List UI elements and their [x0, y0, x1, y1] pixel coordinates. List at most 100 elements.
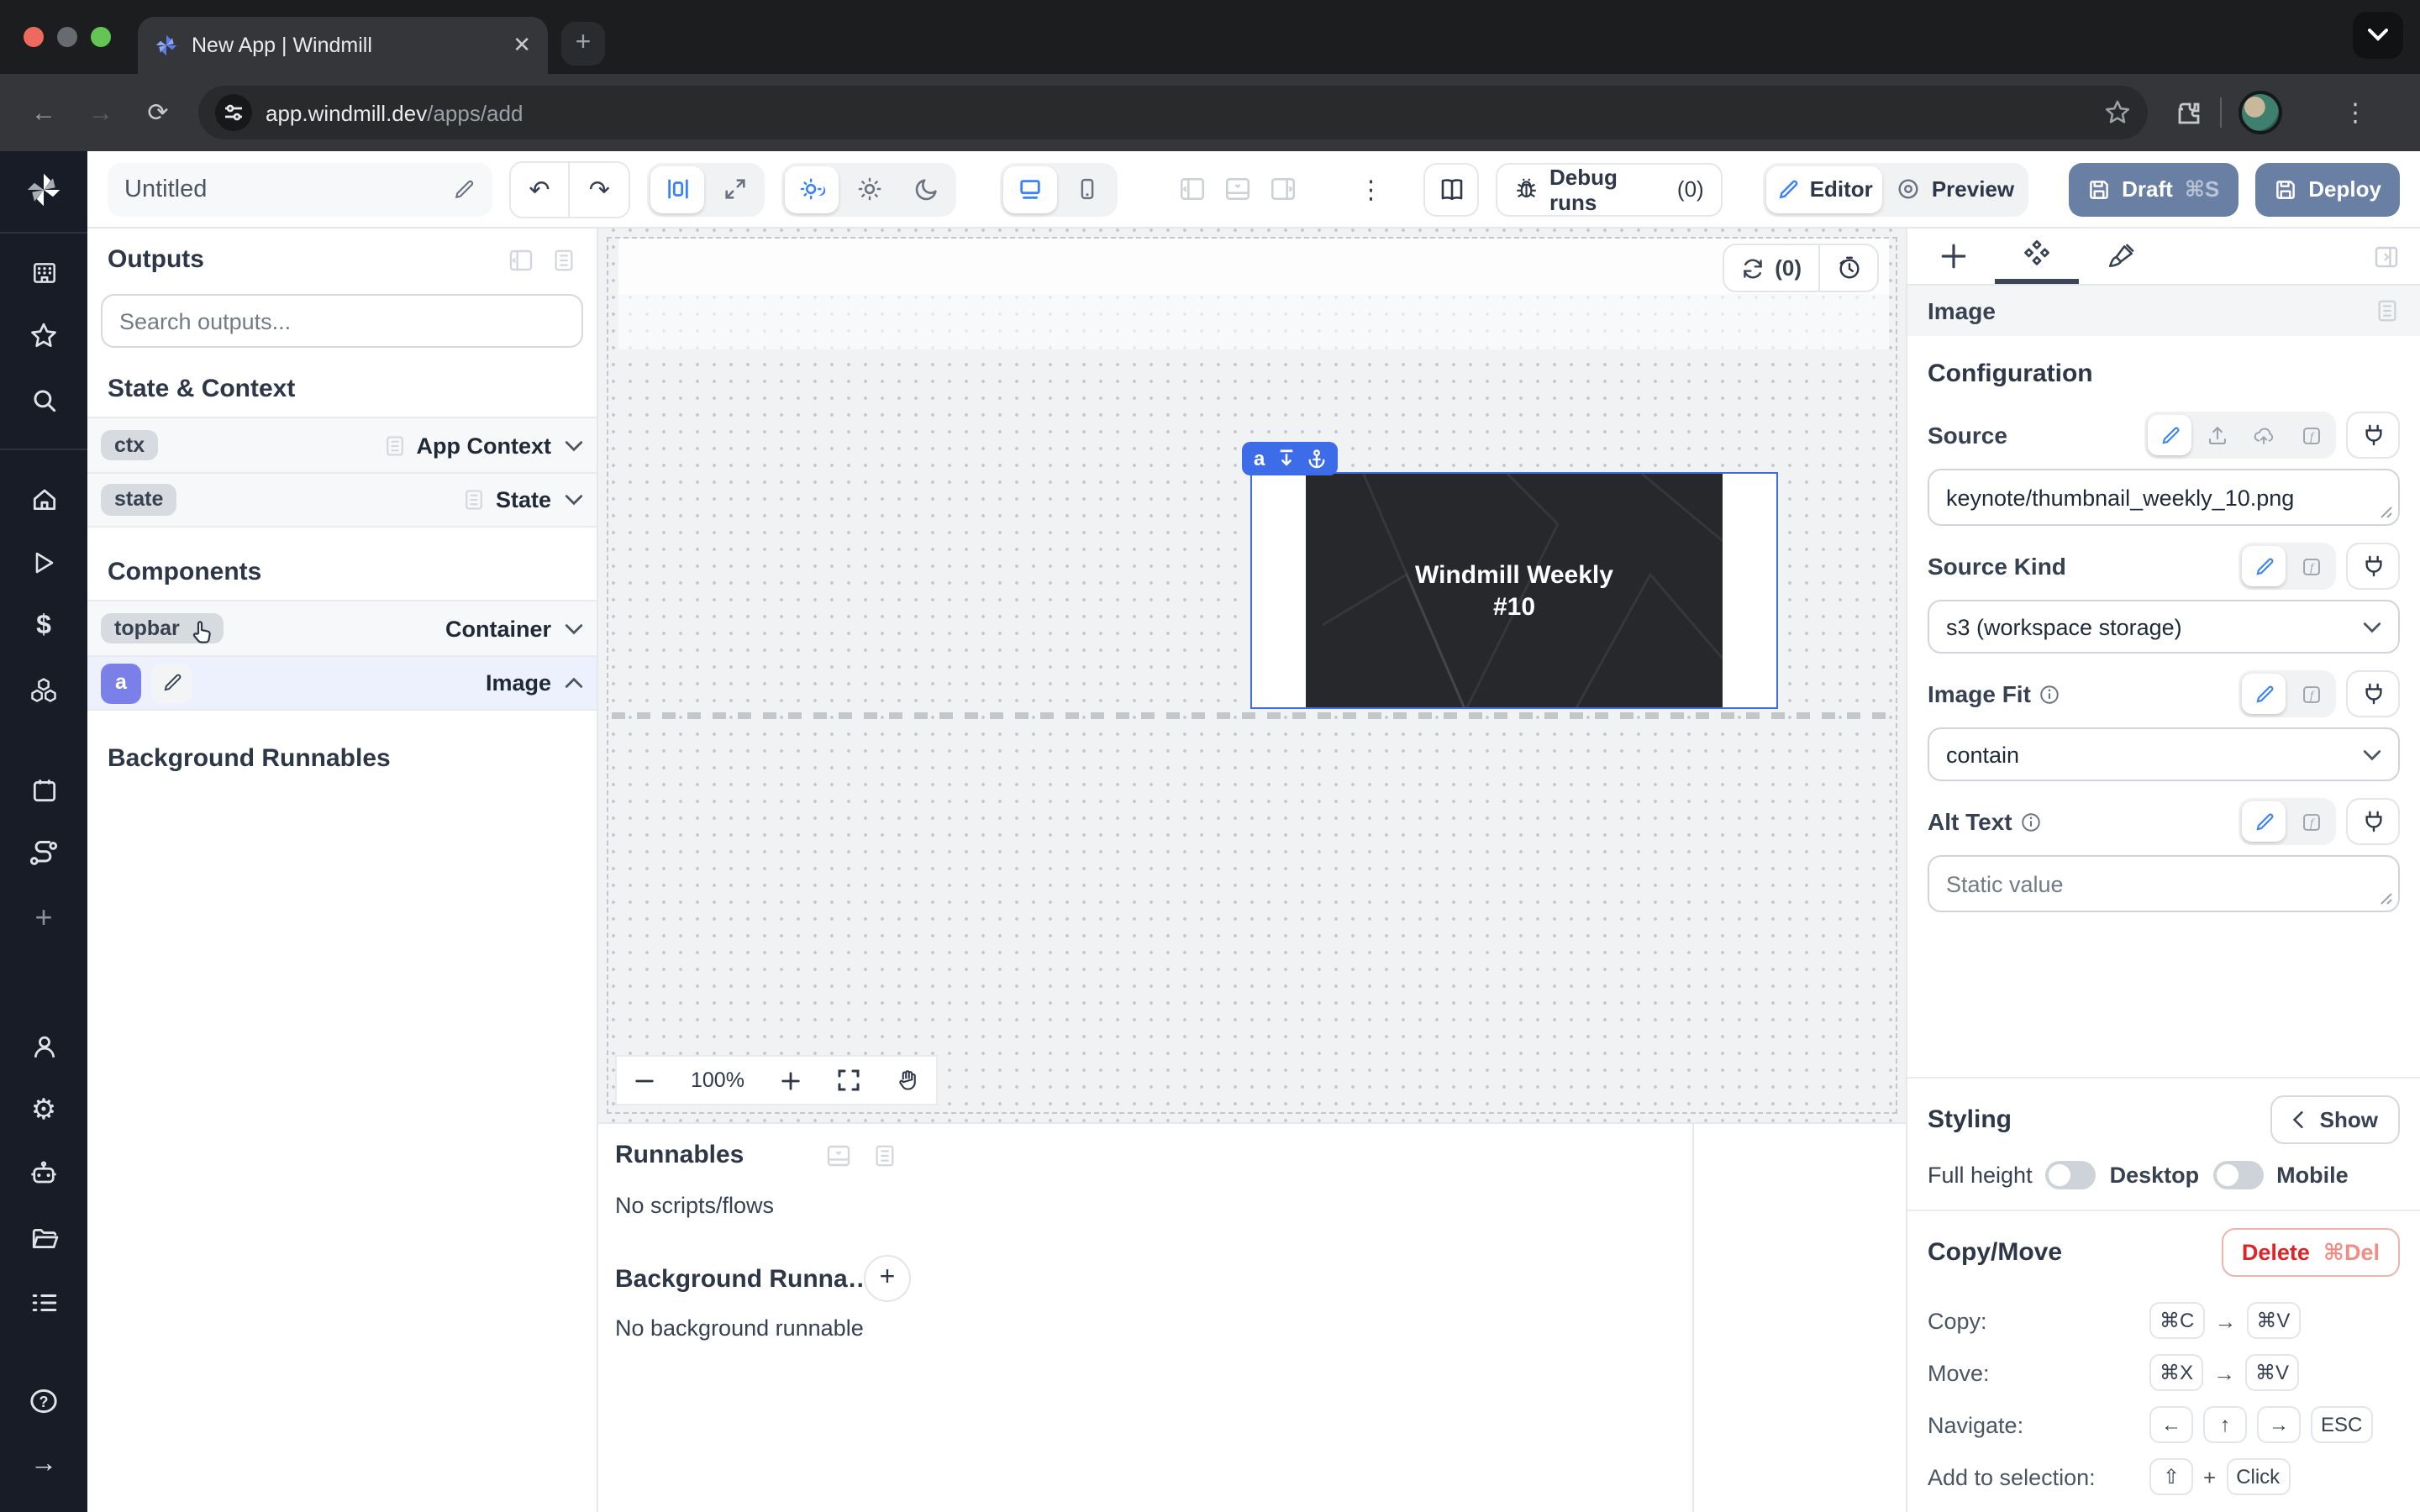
search-icon[interactable] — [13, 370, 74, 430]
schedules-calendar-icon[interactable] — [13, 759, 74, 820]
user-icon[interactable] — [13, 1016, 74, 1077]
pan-button[interactable] — [896, 1068, 919, 1092]
output-row-a[interactable]: a Image — [87, 655, 597, 711]
collapse-right-panel-icon[interactable] — [2353, 228, 2420, 284]
topbar-container-row2[interactable] — [618, 294, 1889, 349]
documentation-button[interactable] — [1423, 162, 1479, 216]
full-height-mobile-toggle[interactable] — [2212, 1161, 2263, 1189]
toggle-left-panel-icon[interactable] — [1178, 175, 1207, 203]
back-button[interactable]: ← — [20, 89, 67, 136]
doc-icon[interactable] — [551, 246, 576, 273]
forward-button[interactable]: → — [77, 89, 124, 136]
site-settings-icon[interactable] — [215, 94, 252, 131]
rename-component-button[interactable] — [151, 663, 192, 703]
topbar-badge[interactable]: topbar — [101, 613, 224, 644]
chevron-down-icon[interactable] — [565, 439, 583, 451]
source-kind-select[interactable]: s3 (workspace storage) — [1928, 600, 2400, 654]
connect-plug-button[interactable] — [2346, 412, 2400, 459]
debug-runs-button[interactable]: Debug runs (0) — [1497, 162, 1723, 216]
add-icon[interactable]: + — [13, 887, 74, 948]
image-component-a[interactable]: Windmill Weekly #10 — [1250, 472, 1778, 709]
ctx-badge[interactable]: ctx — [101, 430, 158, 461]
show-styling-button[interactable]: Show — [2271, 1095, 2400, 1144]
delete-component-button[interactable]: Delete ⌘Del — [2222, 1228, 2400, 1277]
more-options-icon[interactable]: ⋮ — [1358, 174, 1383, 204]
tab-close-icon[interactable]: ✕ — [513, 32, 531, 59]
a-badge[interactable]: a — [101, 663, 141, 703]
history-button[interactable] — [1820, 255, 1877, 281]
chevron-down-icon[interactable] — [565, 494, 583, 506]
alt-text-input[interactable]: Static value — [1928, 855, 2400, 912]
fit-to-screen-button[interactable] — [837, 1068, 860, 1092]
desktop-view-button[interactable] — [1003, 165, 1057, 213]
center-align-button[interactable] — [650, 165, 704, 213]
editor-tab[interactable]: Editor — [1766, 165, 1883, 213]
connect-plug-button[interactable] — [2346, 543, 2400, 590]
doc-icon[interactable] — [2375, 297, 2400, 324]
theme-dark-button[interactable] — [899, 165, 953, 213]
topbar-container-component[interactable] — [618, 239, 1889, 294]
full-height-desktop-toggle[interactable] — [2046, 1161, 2096, 1189]
reload-button[interactable]: ⟳ — [134, 89, 182, 136]
resize-handle[interactable] — [2380, 892, 2393, 906]
browser-tab[interactable]: New App | Windmill ✕ — [138, 17, 548, 74]
profile-avatar[interactable] — [2238, 91, 2282, 134]
undo-button[interactable]: ↶ — [511, 162, 570, 216]
chevron-up-icon[interactable] — [565, 677, 583, 689]
app-canvas[interactable]: (0) a — [598, 228, 1906, 1122]
logs-list-icon[interactable] — [13, 1272, 74, 1332]
flows-route-icon[interactable] — [13, 823, 74, 884]
image-fit-select[interactable]: contain — [1928, 727, 2400, 781]
output-row-topbar[interactable]: topbar Container — [87, 600, 597, 655]
add-background-runnable-button[interactable]: + — [864, 1255, 911, 1302]
theme-light-button[interactable] — [842, 165, 896, 213]
mobile-view-button[interactable] — [1060, 165, 1114, 213]
eval-f-button[interactable]: f — [2289, 415, 2333, 455]
refresh-components-button[interactable]: (0) — [1724, 245, 1820, 291]
toggle-bottom-panel-icon[interactable] — [1223, 175, 1252, 203]
doc-icon[interactable] — [871, 1142, 897, 1168]
minimize-window-button[interactable] — [57, 27, 77, 47]
new-tab-button[interactable]: + — [561, 22, 605, 66]
cloud-upload-button[interactable] — [2242, 415, 2286, 455]
zoom-out-button[interactable] — [634, 1069, 655, 1091]
settings-gear-icon[interactable]: ⚙ — [13, 1080, 74, 1141]
url-text[interactable]: app.windmill.dev/apps/add — [266, 100, 2091, 125]
tab-styling-brush[interactable] — [2079, 228, 2163, 284]
workspace-icon[interactable] — [13, 242, 74, 302]
preview-tab[interactable]: Preview — [1886, 165, 2024, 213]
theme-auto-button[interactable] — [785, 165, 839, 213]
fullscreen-button[interactable] — [708, 165, 761, 213]
url-bar[interactable]: app.windmill.dev/apps/add — [198, 86, 2148, 139]
tab-insert-component[interactable] — [1911, 228, 1995, 284]
resize-handle[interactable] — [2380, 506, 2393, 519]
tab-component-settings[interactable] — [1995, 228, 2079, 284]
draft-button[interactable]: Draft ⌘S — [2068, 162, 2238, 216]
static-edit-button[interactable] — [2242, 674, 2286, 714]
chevron-down-icon[interactable] — [565, 622, 583, 634]
variables-dollar-icon[interactable]: $ — [13, 596, 74, 657]
output-row-state[interactable]: state State — [87, 472, 597, 528]
source-input[interactable]: keynote/thumbnail_weekly_10.png — [1928, 469, 2400, 526]
home-icon[interactable] — [13, 469, 74, 529]
runs-play-icon[interactable] — [13, 533, 74, 593]
static-edit-button[interactable] — [2148, 415, 2191, 455]
state-badge[interactable]: state — [101, 485, 176, 516]
app-name-input[interactable]: Untitled — [108, 162, 492, 216]
redo-button[interactable]: ↷ — [570, 162, 629, 216]
fill-height-icon[interactable] — [1276, 449, 1295, 469]
eval-f-button[interactable]: f — [2289, 674, 2333, 714]
maximize-window-button[interactable] — [91, 27, 111, 47]
eval-f-button[interactable]: f — [2289, 801, 2333, 842]
close-window-button[interactable] — [24, 27, 44, 47]
windmill-logo[interactable] — [25, 171, 62, 208]
zoom-in-button[interactable] — [780, 1069, 802, 1091]
expand-arrow-icon[interactable]: → — [13, 1435, 74, 1495]
collapse-bottom-panel-icon[interactable] — [824, 1142, 851, 1168]
extensions-icon[interactable] — [2175, 98, 2203, 127]
bookmark-star-icon[interactable] — [2104, 99, 2131, 126]
collapse-panel-icon[interactable] — [508, 246, 534, 273]
static-edit-button[interactable] — [2242, 801, 2286, 842]
favorites-star-icon[interactable] — [13, 306, 74, 366]
connect-plug-button[interactable] — [2346, 670, 2400, 717]
